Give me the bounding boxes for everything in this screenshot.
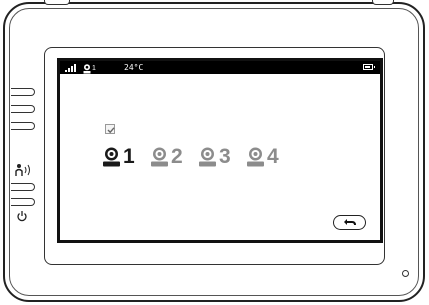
menu-down-button[interactable]	[11, 122, 35, 130]
top-button-left[interactable]	[44, 0, 70, 5]
camera-number: 1	[123, 145, 135, 168]
power-button[interactable]	[11, 198, 35, 206]
camera-icon	[199, 147, 216, 167]
power-led	[402, 270, 409, 277]
battery-icon	[363, 64, 375, 70]
camera-enable-checkbox[interactable]	[105, 124, 115, 134]
back-button[interactable]	[333, 215, 366, 230]
back-arrow-icon	[344, 219, 356, 226]
camera-icon	[83, 63, 91, 73]
lcd-screen: 1 24°C 1 2 3 4	[57, 58, 383, 243]
camera-number: 3	[219, 145, 231, 168]
power-icon	[16, 209, 28, 227]
status-camera: 1	[83, 62, 96, 75]
menu-button[interactable]	[11, 105, 35, 113]
top-button-right[interactable]	[372, 0, 394, 5]
camera-number: 4	[267, 145, 279, 168]
camera-icon	[247, 147, 264, 167]
signal-strength-icon	[65, 64, 79, 72]
checkmark-icon	[107, 127, 115, 134]
camera-icon	[151, 147, 168, 167]
menu-up-button[interactable]	[11, 88, 35, 96]
camera-icon	[103, 147, 120, 167]
temperature-readout: 24°C	[124, 63, 144, 72]
talk-icon	[14, 163, 34, 182]
status-bar: 1 24°C	[60, 61, 380, 74]
status-camera-number: 1	[92, 65, 96, 72]
talk-button[interactable]	[11, 183, 35, 191]
camera-number: 2	[171, 145, 183, 168]
